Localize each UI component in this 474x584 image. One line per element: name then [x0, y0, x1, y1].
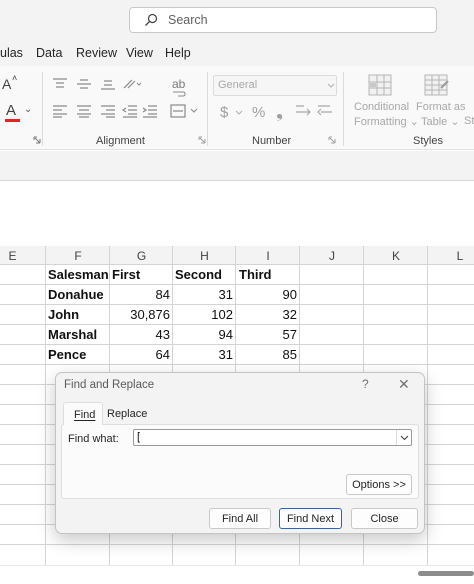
increase-font-button[interactable]: A — [2, 76, 11, 92]
middle-align-icon[interactable] — [76, 78, 92, 90]
increase-indent-icon[interactable] — [142, 104, 158, 118]
orientation-icon[interactable] — [122, 78, 142, 90]
cell-first[interactable]: 84 — [110, 285, 170, 305]
formula-bar[interactable] — [0, 151, 474, 181]
tab-find[interactable]: Find — [63, 402, 103, 425]
cell-second[interactable]: 94 — [173, 325, 233, 345]
percent-button[interactable]: % — [252, 104, 265, 121]
search-box[interactable]: Search — [129, 7, 437, 33]
alignment-launcher-icon[interactable] — [198, 136, 206, 144]
find-what-input[interactable]: [ — [133, 429, 412, 446]
decrease-decimal-icon[interactable] — [316, 102, 334, 118]
font-color-dropdown-icon[interactable]: ⌄ — [24, 104, 32, 115]
menu-formulas[interactable]: ulas — [0, 46, 23, 60]
dialog-launcher-icon[interactable] — [33, 136, 41, 144]
tab-replace[interactable]: Replace — [107, 408, 147, 420]
menu-bar — [0, 40, 474, 66]
cell-third[interactable]: 57 — [236, 325, 297, 345]
menu-data[interactable]: Data — [36, 46, 62, 60]
font-color-bar — [5, 119, 20, 122]
wrap-arrow-icon — [173, 91, 186, 97]
cell-h-header[interactable]: Second — [175, 265, 222, 285]
cell-styles-button[interactable]: St — [464, 115, 474, 128]
align-right-icon[interactable] — [100, 104, 116, 118]
number-group-label: Number — [252, 135, 292, 147]
conditional-formatting-icon[interactable] — [368, 74, 392, 96]
menu-review[interactable]: Review — [76, 46, 117, 60]
search-placeholder: Search — [168, 13, 208, 27]
font-color-button[interactable]: A — [6, 102, 16, 119]
alignment-group-label: Alignment — [96, 135, 145, 147]
options-button[interactable]: Options >> — [346, 474, 412, 495]
close-button[interactable]: Close — [351, 508, 418, 529]
cell-third[interactable]: 85 — [236, 345, 297, 365]
conditional-formatting-button[interactable]: Conditional Formatting ⌄ — [354, 101, 419, 129]
cell-second[interactable]: 31 — [173, 285, 233, 305]
cell-first[interactable]: 30,876 — [110, 305, 170, 325]
bottom-align-icon[interactable] — [100, 78, 116, 90]
decrease-indent-icon[interactable] — [122, 104, 138, 118]
dropdown-chevron-icon — [400, 435, 408, 440]
cell-g-header[interactable]: First — [112, 265, 140, 285]
comma-style-button[interactable]: ❟ — [276, 101, 283, 122]
cell-salesman[interactable]: Pence — [48, 345, 86, 365]
cell-third[interactable]: 32 — [236, 305, 297, 325]
number-format-select[interactable]: General — [213, 75, 337, 96]
menu-help[interactable]: Help — [165, 46, 191, 60]
increase-font-caret-icon: ˄ — [12, 73, 18, 83]
cell-salesman[interactable]: John — [48, 305, 79, 325]
cell-second[interactable]: 102 — [173, 305, 233, 325]
frozen-area — [0, 182, 474, 246]
cell-first[interactable]: 43 — [110, 325, 170, 345]
cell-i-header[interactable]: Third — [239, 265, 272, 285]
find-history-dropdown[interactable] — [396, 430, 411, 445]
styles-group-label: Styles — [413, 135, 443, 147]
horizontal-scrollbar[interactable] — [0, 565, 474, 584]
currency-dropdown-icon[interactable] — [235, 110, 243, 116]
align-left-icon[interactable] — [52, 104, 68, 118]
find-all-button[interactable]: Find All — [209, 508, 271, 529]
cell-second[interactable]: 31 — [173, 345, 233, 365]
ribbon-separator — [207, 72, 208, 146]
merge-dropdown-icon[interactable] — [190, 108, 198, 114]
format-as-table-icon[interactable] — [424, 74, 450, 96]
help-button[interactable]: ? — [362, 377, 369, 391]
search-icon — [145, 13, 158, 26]
number-format-chevron-icon — [327, 83, 335, 88]
currency-button[interactable]: $ — [220, 104, 228, 121]
ribbon-separator — [42, 72, 43, 146]
find-replace-dialog: Find and Replace ? ✕ Find Replace Find w… — [55, 372, 425, 534]
cell-third[interactable]: 90 — [236, 285, 297, 305]
cell-first[interactable]: 64 — [110, 345, 170, 365]
merge-center-icon[interactable] — [170, 104, 186, 118]
menu-view[interactable]: View — [126, 46, 153, 60]
format-as-table-button[interactable]: Format as Table ⌄ — [416, 101, 466, 129]
find-what-label: Find what: — [68, 433, 119, 445]
number-launcher-icon[interactable] — [328, 136, 336, 144]
increase-decimal-icon[interactable] — [294, 102, 312, 118]
dialog-close-icon[interactable]: ✕ — [398, 376, 410, 393]
scrollbar-thumb[interactable] — [418, 571, 474, 576]
dialog-title: Find and Replace — [64, 379, 155, 391]
find-next-button[interactable]: Find Next — [279, 508, 342, 529]
cell-salesman[interactable]: Marshal — [48, 325, 97, 345]
align-center-icon[interactable] — [76, 104, 92, 118]
wrap-text-icon[interactable]: ab — [172, 78, 185, 91]
cell-salesman[interactable]: Donahue — [48, 285, 104, 305]
top-align-icon[interactable] — [52, 78, 68, 90]
ribbon-separator — [343, 72, 344, 146]
cell-f-header[interactable]: Salesman — [48, 265, 109, 285]
